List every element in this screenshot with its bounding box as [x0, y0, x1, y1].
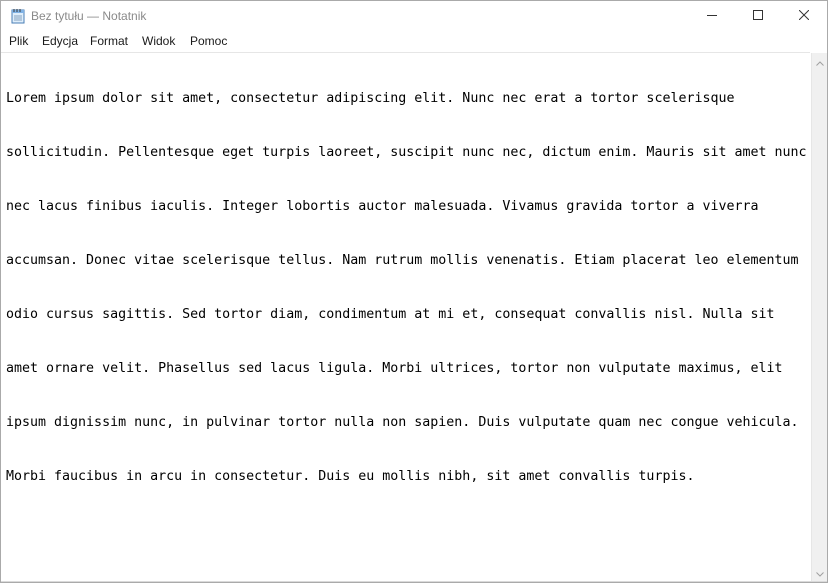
text-line: odio cursus sagittis. Sed tortor diam, c… — [6, 307, 775, 322]
window-bottom-border — [1, 581, 827, 582]
scroll-down-arrow-icon — [816, 564, 824, 582]
text-editor[interactable]: Lorem ipsum dolor sit amet, consectetur … — [1, 52, 810, 582]
text-line: accumsan. Donec vitae scelerisque tellus… — [6, 253, 799, 268]
notepad-window: Bez tytułu — Notatnik Plik Edycja Format… — [0, 0, 828, 583]
text-line: Lorem ipsum dolor sit amet, consectetur … — [6, 91, 735, 106]
editor-content[interactable]: Lorem ipsum dolor sit amet, consectetur … — [6, 54, 808, 522]
scroll-up-arrow-icon — [816, 53, 824, 71]
menu-item-widok[interactable]: Widok — [141, 34, 176, 48]
close-button[interactable] — [781, 1, 827, 31]
scroll-up-button[interactable] — [812, 53, 827, 71]
vertical-scrollbar[interactable] — [811, 53, 827, 582]
notepad-icon — [11, 8, 25, 24]
text-line: nec lacus finibus iaculis. Integer lobor… — [6, 199, 759, 214]
menu-item-plik[interactable]: Plik — [8, 34, 29, 48]
title-bar[interactable]: Bez tytułu — Notatnik — [1, 1, 827, 31]
window-title: Bez tytułu — Notatnik — [31, 9, 147, 23]
text-line: sollicitudin. Pellentesque eget turpis l… — [6, 145, 807, 160]
minimize-button[interactable] — [689, 1, 735, 31]
text-line: ipsum dignissim nunc, in pulvinar tortor… — [6, 415, 799, 430]
menu-item-pomoc[interactable]: Pomoc — [189, 34, 228, 48]
menu-item-edycja[interactable]: Edycja — [41, 34, 79, 48]
text-line: Morbi faucibus in arcu in consectetur. D… — [6, 469, 695, 484]
menu-item-format[interactable]: Format — [89, 34, 129, 48]
scroll-down-button[interactable] — [812, 564, 827, 582]
maximize-icon — [753, 7, 763, 25]
minimize-icon — [707, 7, 717, 25]
maximize-button[interactable] — [735, 1, 781, 31]
close-icon — [798, 7, 810, 25]
menu-bar: Plik Edycja Format Widok Pomoc — [1, 31, 827, 51]
text-line: amet ornare velit. Phasellus sed lacus l… — [6, 361, 783, 376]
